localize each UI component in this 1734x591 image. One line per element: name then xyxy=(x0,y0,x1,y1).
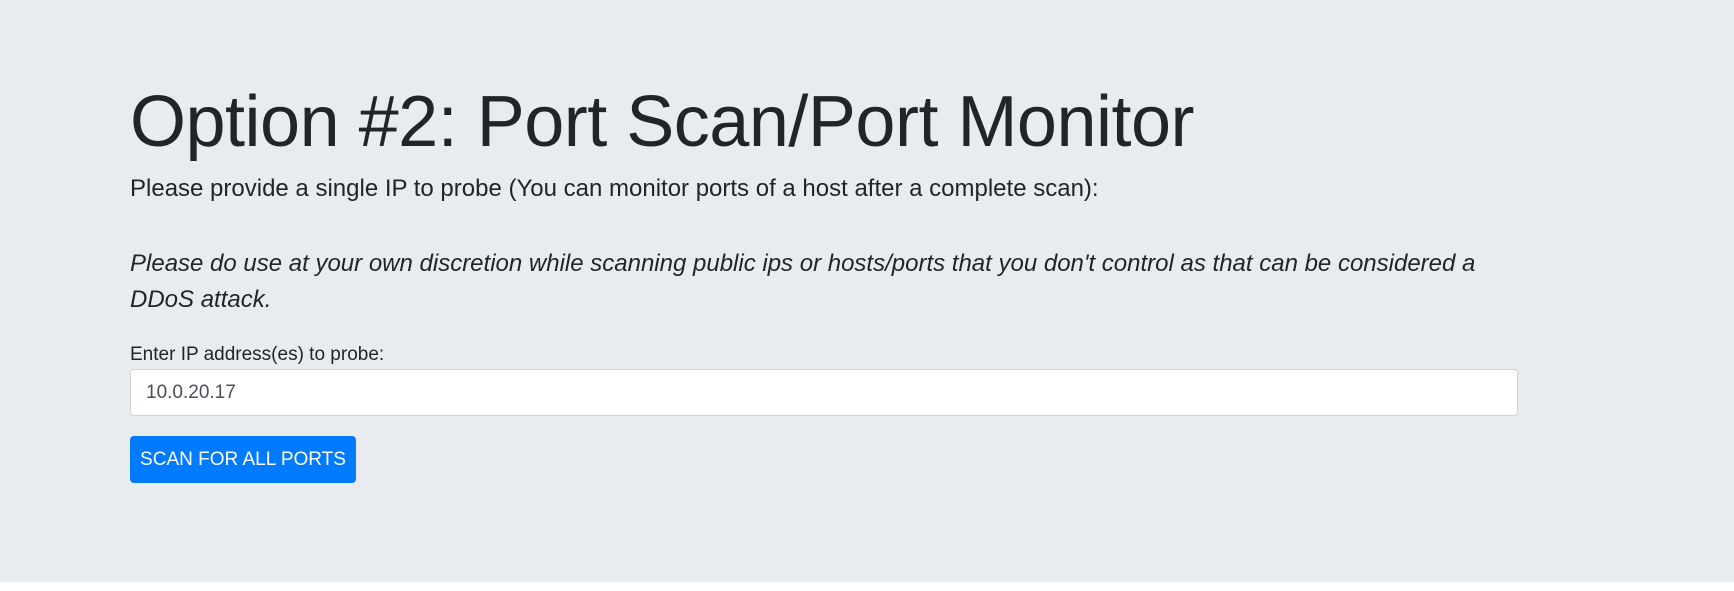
warning-text: Please do use at your own discretion whi… xyxy=(130,250,1476,313)
instruction-prefix: Please provide a xyxy=(130,175,316,202)
instruction-text: Please provide a single IP to probe (You… xyxy=(130,172,1099,206)
page-title: Option #2: Port Scan/Port Monitor xyxy=(130,82,1195,162)
scan-all-ports-button[interactable]: SCAN FOR ALL PORTS xyxy=(130,436,356,483)
ip-address-label: Enter IP address(es) to probe: xyxy=(130,344,385,365)
instruction-suffix: IP to probe (You can monitor ports of a … xyxy=(378,175,1099,202)
jumbotron: Option #2: Port Scan/Port Monitor Please… xyxy=(0,0,1734,582)
ip-address-input[interactable] xyxy=(130,369,1518,416)
instruction-emphasis: single xyxy=(315,175,379,202)
